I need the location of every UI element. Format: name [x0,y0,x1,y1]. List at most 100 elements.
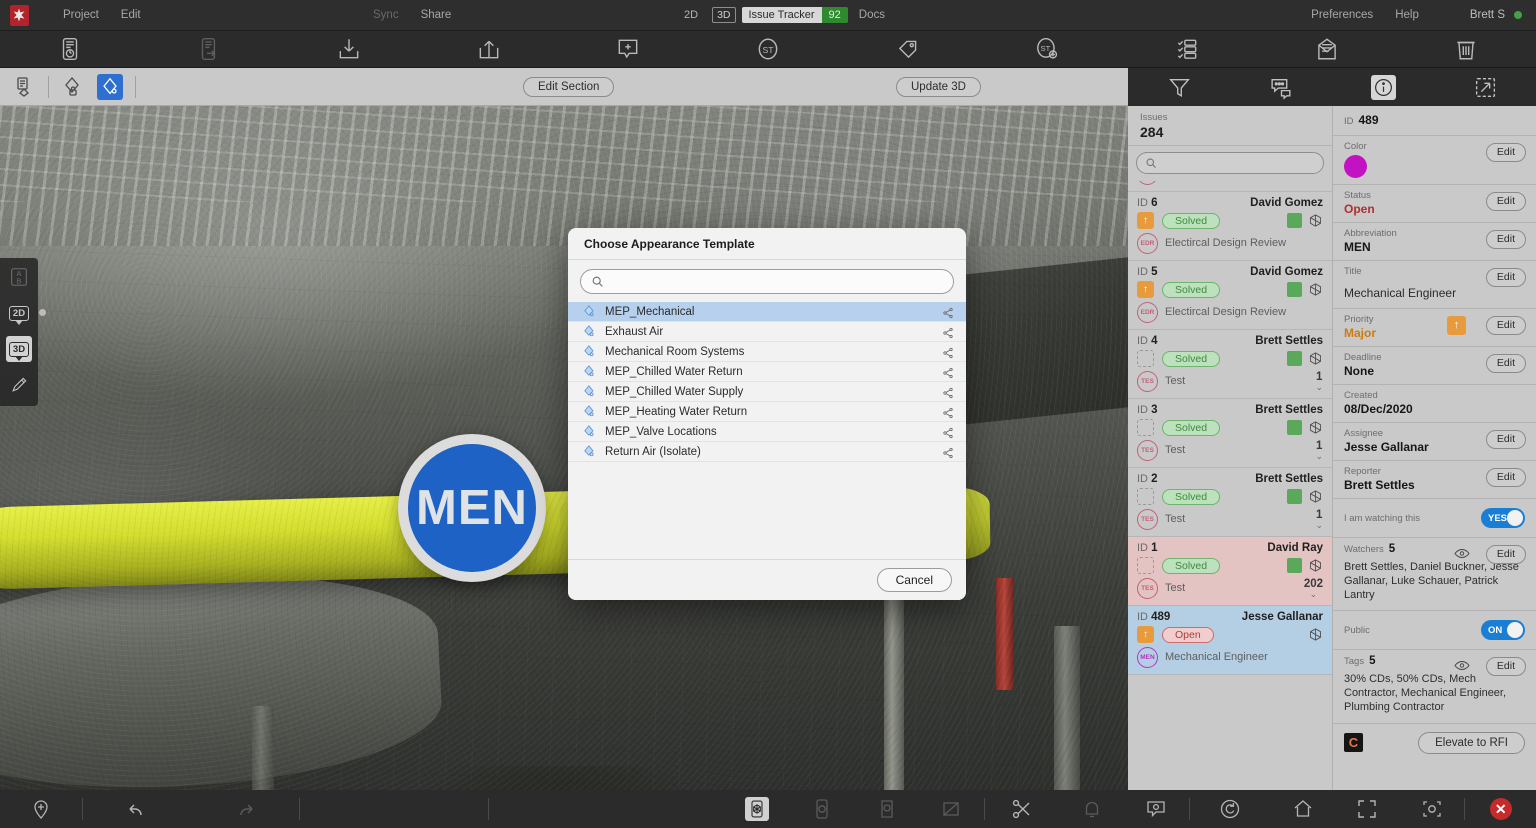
issue-model-icon[interactable] [1308,420,1323,435]
appearance-lock-icon[interactable] [61,75,85,99]
template-row[interactable]: MEP_Valve Locations [568,422,966,442]
bottom-slot-fullscreen[interactable] [1335,797,1400,821]
bottom-slot-reset-view[interactable] [1190,797,1270,821]
issue-card[interactable]: ID 3 Brett Settles Solved TES Test 1 ⌄ [1128,399,1332,468]
measure-tool-icon[interactable] [12,75,36,99]
nav-docs-button[interactable]: Docs [848,0,896,31]
issues-search-box[interactable] [1136,152,1324,174]
share-icon[interactable] [942,406,954,418]
bottom-slot-camera-mode[interactable] [854,797,919,821]
issue-count-wrap[interactable]: 1 ⌄ [1315,371,1323,392]
share-icon[interactable] [942,326,954,338]
cancel-button[interactable]: Cancel [876,568,952,592]
filter-tab[interactable] [1128,75,1230,100]
template-row[interactable]: MEP_Heating Water Return [568,402,966,422]
dialog-search-input[interactable] [610,274,943,289]
toolbar-slot-status[interactable]: ST [698,31,838,68]
view-2d-tool[interactable]: 2D [6,300,46,326]
edit-reporter-button[interactable]: Edit [1485,468,1526,488]
edit-abbreviation-button[interactable]: Edit [1485,230,1526,250]
edit-priority-button[interactable]: Edit [1485,316,1526,336]
issue-card[interactable]: ID 4 Brett Settles Solved TES Test 1 ⌄ [1128,330,1332,399]
menu-help[interactable]: Help [1384,0,1430,31]
issue-card[interactable]: EDRElectircal Design Review [1128,181,1332,192]
template-row[interactable]: MEP_Chilled Water Return [568,362,966,382]
issue-model-icon[interactable] [1308,489,1323,504]
issue-model-icon[interactable] [1308,282,1323,297]
template-row[interactable]: MEP_Chilled Water Supply [568,382,966,402]
toolbar-slot-sync-model[interactable] [0,31,140,68]
share-icon[interactable] [942,446,954,458]
bottom-slot-comment[interactable] [1124,797,1189,821]
toolbar-slot-transfer-model[interactable] [140,31,280,68]
toolbar-slot-trash[interactable] [1396,31,1536,68]
tags-eye-icon[interactable] [1454,659,1470,672]
issue-card[interactable]: ID 489 Jesse Gallanar ↑ Open MEN Mechanical E… [1128,606,1332,675]
bottom-slot-orbit-mode[interactable] [790,797,855,821]
edit-assignee-button[interactable]: Edit [1485,430,1526,450]
share-icon[interactable] [942,366,954,378]
toolbar-slot-share[interactable] [419,31,559,68]
issue-count-wrap[interactable]: 1 ⌄ [1315,440,1323,461]
edit-status-button[interactable]: Edit [1485,192,1526,212]
share-icon[interactable] [942,306,954,318]
bottom-slot-close[interactable]: ✕ [1465,798,1536,820]
issue-card[interactable]: ID 6 David Gomez ↑ Solved EDR Electircal Desi… [1128,192,1332,261]
template-list[interactable]: MEP_Mechanical Exhaust Air Mechanical Room… [568,300,966,559]
bottom-slot-snapshot[interactable] [1400,797,1465,821]
info-tab[interactable] [1332,74,1434,100]
share-icon[interactable] [942,426,954,438]
detail-color-swatch[interactable] [1344,155,1367,178]
bottom-slot-home-view[interactable] [1270,797,1335,821]
elevate-to-rfi-button[interactable]: Elevate to RFI [1418,731,1525,754]
edit-title-button[interactable]: Edit [1485,268,1526,288]
view-3d-tool[interactable]: 3D [6,336,32,362]
toolbar-slot-checklist[interactable] [1117,31,1257,68]
issue-model-icon[interactable] [1308,351,1323,366]
share-icon[interactable] [942,346,954,358]
bottom-slot-undo[interactable] [83,797,191,821]
issue-model-icon[interactable] [1308,213,1323,228]
issue-card[interactable]: ID 1 David Ray Solved TES Test 202 ⌄ [1128,537,1332,606]
issue-model-icon[interactable] [1308,627,1323,642]
toolbar-slot-tag[interactable] [838,31,978,68]
edit-color-button[interactable]: Edit [1485,143,1526,163]
issue-marker-men[interactable]: MEN [398,434,546,582]
menu-share[interactable]: Share [410,0,463,31]
update-3d-button[interactable]: Update 3D [896,76,981,97]
issues-scroll-area[interactable]: EDRElectircal Design ReviewID 6David Gom… [1128,181,1332,790]
issues-search-input[interactable] [1162,157,1315,169]
toolbar-slot-mail[interactable] [1257,31,1397,68]
bottom-slot-location[interactable] [0,797,82,821]
nav-2d-button[interactable]: 2D [676,9,706,21]
edit-tags-button[interactable]: Edit [1485,657,1526,677]
watching-toggle[interactable]: YES [1481,508,1525,528]
bottom-slot-measure-off[interactable] [919,797,984,821]
nav-3d-button[interactable]: 3D [712,7,736,23]
dialog-search-box[interactable] [580,269,954,294]
issue-count-wrap[interactable]: 202 ⌄ [1304,578,1323,599]
menu-sync[interactable]: Sync [362,0,410,31]
template-row[interactable]: Mechanical Room Systems [568,342,966,362]
current-user-label[interactable]: Brett S [1470,9,1505,21]
edit-watchers-button[interactable]: Edit [1485,545,1526,565]
public-toggle[interactable]: ON [1481,620,1525,641]
bottom-slot-walk-mode[interactable] [725,797,790,821]
menu-project[interactable]: Project [52,0,110,31]
comments-tab[interactable] [1230,75,1332,100]
expand-tab[interactable] [1434,75,1536,100]
issue-card[interactable]: ID 5 David Gomez ↑ Solved EDR Electircal Desi… [1128,261,1332,330]
menu-preferences[interactable]: Preferences [1300,0,1384,31]
edit-section-button[interactable]: Edit Section [523,76,615,97]
watchers-eye-icon[interactable] [1454,547,1470,560]
edit-deadline-button[interactable]: Edit [1485,354,1526,374]
share-icon[interactable] [942,386,954,398]
appearance-template-icon[interactable] [97,73,123,100]
app-logo-icon[interactable] [0,0,38,31]
toolbar-slot-download[interactable] [279,31,419,68]
bottom-slot-cut-tool[interactable] [985,797,1060,821]
ab-compare-tool[interactable]: A B [6,264,32,290]
issue-count-wrap[interactable]: 1 ⌄ [1315,509,1323,530]
toolbar-slot-status-settings[interactable]: ST [977,31,1117,68]
issue-card[interactable]: ID 2 Brett Settles Solved TES Test 1 ⌄ [1128,468,1332,537]
